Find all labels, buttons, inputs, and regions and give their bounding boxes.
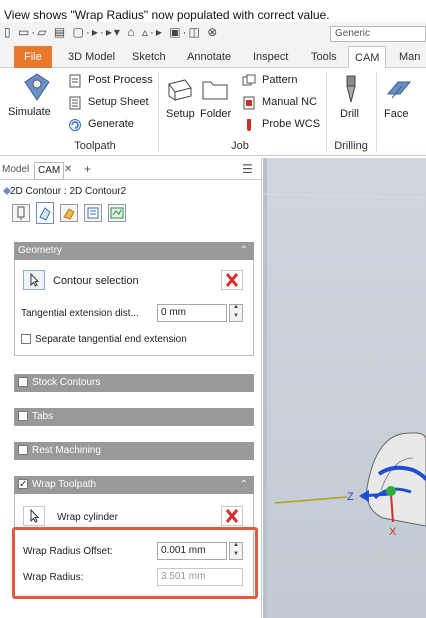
tabs-label: Tabs [32, 411, 54, 422]
ribbon-panel: Simulate Post Process Setup Sheet Genera… [0, 68, 426, 156]
tab-inspect[interactable]: Inspect [247, 46, 294, 68]
3d-viewport[interactable]: Z X [263, 158, 426, 618]
wrap-cylinder-button[interactable] [23, 506, 45, 526]
post-process-button[interactable]: Post Process [88, 74, 153, 86]
clear-wrap-cylinder-button[interactable] [221, 506, 243, 526]
browser-tabs: Model CAM ✕ + ☰ [0, 162, 262, 180]
tab-cam[interactable]: CAM [348, 46, 387, 69]
wrap-cylinder-label: Wrap cylinder [57, 512, 118, 523]
clear-selection-button[interactable] [221, 270, 243, 290]
tangential-extension-spinner[interactable] [229, 304, 243, 322]
separate-extension-checkbox-row[interactable]: Separate tangential end extension [21, 334, 187, 345]
face-button[interactable]: Face [384, 108, 408, 120]
probe-wcs-button[interactable]: Probe WCS [262, 118, 320, 130]
setup-sheet-button[interactable]: Setup Sheet [88, 96, 149, 108]
geometry-section-body: Contour selection Tangential extension d… [14, 260, 254, 356]
pattern-button[interactable]: Pattern [262, 74, 297, 86]
rest-machining-section-header[interactable]: Rest Machining [14, 442, 254, 460]
browser-tab-cam[interactable]: CAM [34, 162, 65, 180]
geometry-section-header[interactable]: Geometry ⌃ [14, 242, 254, 260]
job-group-label: Job [231, 140, 249, 152]
folder-icon[interactable] [200, 74, 230, 104]
cursor-arrow-icon [30, 508, 40, 523]
toolpath-group-label: Toolpath [74, 140, 116, 152]
drill-button[interactable]: Drill [340, 108, 359, 120]
rest-machining-label: Rest Machining [32, 445, 101, 456]
generate-icon [69, 119, 81, 131]
post-process-icon [69, 74, 81, 88]
drill-icon[interactable] [336, 74, 366, 104]
breadcrumb: 2D Contour : 2D Contour2 [10, 186, 127, 197]
simulate-label[interactable]: Simulate [8, 106, 51, 118]
setup-button[interactable]: Setup [166, 108, 195, 120]
collapse-icon[interactable]: ⌃ [240, 476, 248, 494]
browser-panel: Model CAM ✕ + ☰ 2D Contour : 2D Contour2… [0, 158, 262, 618]
tool-tab-icon[interactable] [12, 204, 30, 222]
rest-machining-checkbox[interactable] [18, 445, 28, 456]
generate-button[interactable]: Generate [88, 118, 134, 130]
tab-tools[interactable]: Tools [305, 46, 343, 68]
contour-selection-label: Contour selection [53, 275, 139, 287]
ribbon-separator [158, 72, 159, 152]
ribbon-separator [326, 72, 327, 152]
heights-tab-icon[interactable] [60, 204, 78, 222]
collapse-icon[interactable]: ⌃ [240, 242, 248, 260]
linking-tab-icon[interactable] [108, 204, 126, 222]
appearance-select[interactable]: Generic [330, 26, 426, 42]
separate-extension-checkbox[interactable] [21, 334, 31, 345]
tabs-checkbox[interactable] [18, 411, 28, 422]
tab-sketch[interactable]: Sketch [126, 46, 172, 68]
setup-sheet-icon [69, 96, 81, 110]
wrap-toolpath-section-header[interactable]: Wrap Toolpath ⌃ [14, 476, 254, 494]
separate-extension-label: Separate tangential end extension [35, 334, 187, 345]
passes-tab-icon[interactable] [84, 204, 102, 222]
operation-tabs [8, 202, 168, 224]
tab-3d-model[interactable]: 3D Model [62, 46, 121, 68]
quick-access-toolbar: ▯ ▭·▱ ▤ ▢·▸·▸▾ ⌂ ▵·▸ ▣·◫ ⊗ Generic [0, 22, 426, 46]
wrap-radius-highlight-box [12, 527, 258, 599]
delete-x-icon [225, 273, 239, 287]
drilling-group-label: Drilling [334, 140, 368, 152]
ribbon-tabs: File 3D Model Sketch Annotate Inspect To… [0, 46, 426, 69]
manual-nc-icon [243, 96, 255, 110]
face-icon[interactable] [384, 74, 414, 104]
add-tab-icon[interactable]: + [84, 162, 91, 176]
wrap-toolpath-label: Wrap Toolpath [32, 479, 97, 490]
tab-annotate[interactable]: Annotate [181, 46, 237, 68]
folder-button[interactable]: Folder [200, 108, 231, 120]
simulate-icon[interactable] [22, 72, 52, 102]
tangential-extension-label: Tangential extension dist... [21, 308, 139, 319]
ribbon-separator [376, 72, 377, 152]
x-axis-label: X [389, 526, 397, 538]
manual-nc-button[interactable]: Manual NC [262, 96, 317, 108]
setup-icon[interactable] [165, 74, 195, 104]
tab-file[interactable]: File [14, 46, 52, 68]
geometry-tab-icon[interactable] [36, 202, 54, 224]
model-graphics: Z X [263, 158, 426, 618]
menu-icon[interactable]: ☰ [242, 162, 253, 176]
contour-selection-button[interactable] [23, 270, 45, 290]
tabs-section-header[interactable]: Tabs [14, 408, 254, 426]
wrap-toolpath-checkbox[interactable] [18, 476, 28, 494]
geometry-section-title: Geometry [18, 245, 62, 256]
close-icon[interactable]: ✕ [64, 164, 72, 175]
z-axis-label: Z [347, 491, 354, 503]
tab-manage[interactable]: Man [393, 46, 426, 68]
pattern-icon [242, 74, 256, 86]
caption: View shows "Wrap Radius" now populated w… [4, 8, 330, 22]
tangential-extension-input[interactable]: 0 mm [157, 304, 227, 322]
stock-contours-section-header[interactable]: Stock Contours [14, 374, 254, 392]
cursor-arrow-icon [30, 272, 40, 287]
quick-access-icons[interactable]: ▯ ▭·▱ ▤ ▢·▸·▸▾ ⌂ ▵·▸ ▣·◫ ⊗ [4, 25, 219, 39]
probe-wcs-icon [247, 119, 251, 131]
browser-tab-model[interactable]: Model [2, 164, 29, 175]
stock-contours-checkbox[interactable] [18, 377, 28, 388]
stock-contours-label: Stock Contours [32, 377, 101, 388]
delete-x-icon [225, 509, 239, 523]
